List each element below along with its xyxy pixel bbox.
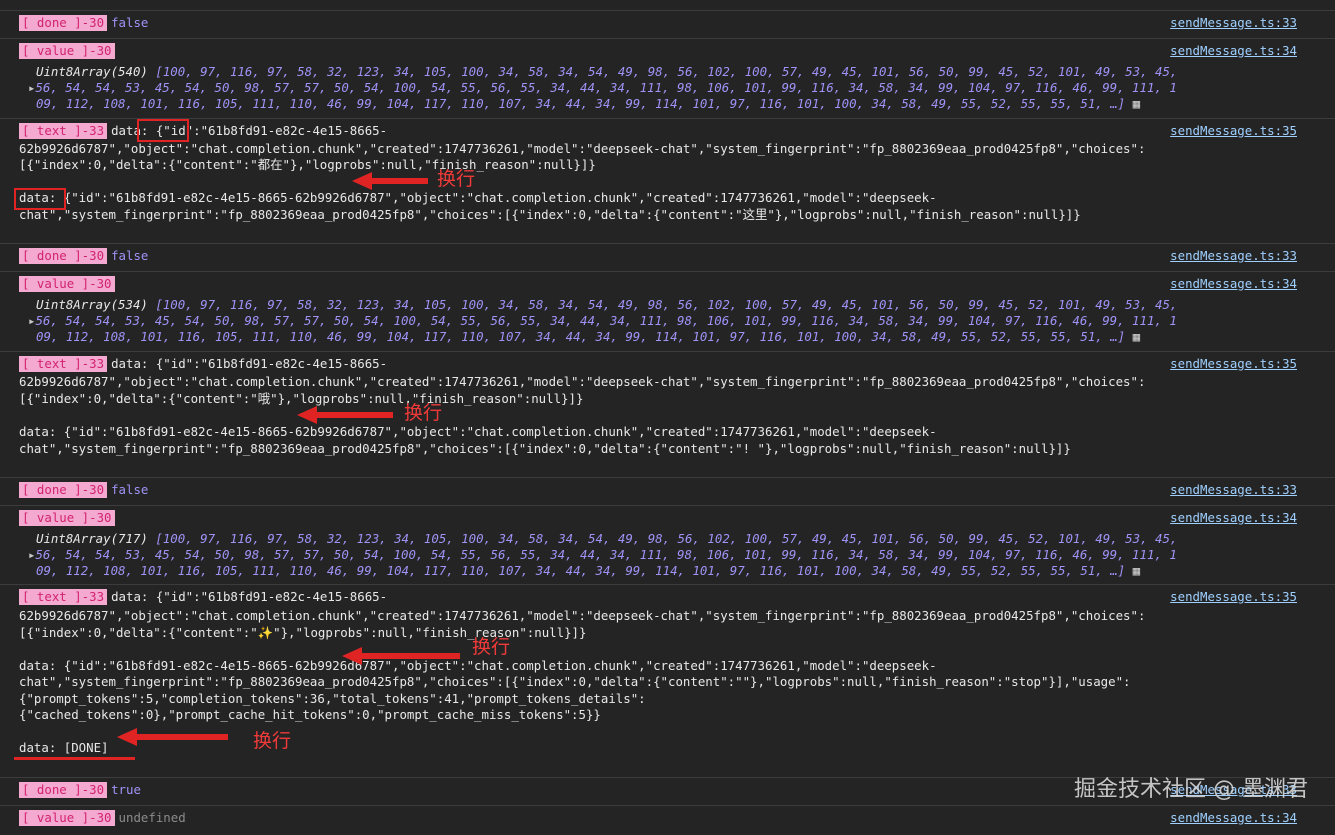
- array-values: [100, 97, 116, 97, 58, 32, 123, 34, 105,…: [155, 531, 1178, 546]
- log-tag: [ value ]-30: [19, 276, 115, 292]
- text-line: 62b9926d6787","object":"chat.completion.…: [19, 374, 1146, 389]
- text-line-done: data: [DONE]: [19, 740, 109, 755]
- text-line: data: {"id":"61b8fd91-e82c-4e15-8665-: [111, 356, 388, 371]
- red-arrow-icon: [297, 406, 393, 424]
- array-values-line: ▸56, 54, 54, 53, 45, 54, 50, 98, 57, 57,…: [28, 80, 1177, 95]
- source-link[interactable]: sendMessage.ts:33: [1170, 15, 1297, 32]
- log-tag: [ done ]-30: [19, 782, 108, 798]
- array-values: [100, 97, 116, 97, 58, 32, 123, 34, 105,…: [155, 297, 1178, 312]
- text-line: chat","system_fingerprint":"fp_8802369ea…: [19, 207, 1081, 222]
- log-value: true: [111, 782, 141, 797]
- source-link[interactable]: sendMessage.ts:33: [1170, 248, 1297, 265]
- text-line: {"cached_tokens":0},"prompt_cache_hit_to…: [19, 707, 601, 722]
- array-values-line: 09, 112, 108, 101, 116, 105, 111, 110, 4…: [36, 563, 1141, 578]
- console-entry: [ value ]-30 undefined sendMessage.ts:34: [0, 805, 1335, 835]
- watermark: 掘金技术社区 @ 墨渊君: [1074, 777, 1308, 802]
- devtools-console: [ done ]-30 false sendMessage.ts:33 [ val…: [0, 0, 1335, 834]
- text-line: data: {"id":"61b8fd91-e82c-4e15-8665-62b…: [19, 190, 937, 205]
- log-tag: [ text ]-33: [19, 123, 108, 139]
- log-tag: [ text ]-33: [19, 356, 108, 372]
- array-preview[interactable]: Uint8Array(540) [100, 97, 116, 97, 58, 3…: [36, 64, 1177, 81]
- text-line: chat","system_fingerprint":"fp_8802369ea…: [19, 441, 1071, 456]
- highlight-box: [137, 119, 189, 142]
- log-tag: [ value ]-30: [19, 810, 115, 826]
- array-values-line: 09, 112, 108, 101, 116, 105, 111, 110, 4…: [36, 329, 1141, 344]
- console-entry: [ text ]-33 data: {"id":"61b8fd91-e82c-4e…: [0, 118, 1335, 239]
- array-preview[interactable]: Uint8Array(534) [100, 97, 116, 97, 58, 3…: [36, 297, 1177, 314]
- log-tag: [ value ]-30: [19, 43, 115, 59]
- annotation-label: 换行: [253, 730, 292, 752]
- text-line: chat","system_fingerprint":"fp_8802369ea…: [19, 674, 1131, 689]
- source-link[interactable]: sendMessage.ts:34: [1170, 276, 1297, 293]
- text-line: data: {"id":"61b8fd91-e82c-4e15-8665-62b…: [19, 658, 937, 673]
- text-line: data: {"id":"61b8fd91-e82c-4e15-8665-: [111, 589, 388, 604]
- array-preview[interactable]: Uint8Array(717) [100, 97, 116, 97, 58, 3…: [36, 531, 1177, 548]
- source-link[interactable]: sendMessage.ts:35: [1170, 589, 1297, 606]
- text-line: data: {"id":"61b8fd91-e82c-4e15-8665-62b…: [19, 424, 937, 439]
- console-entry: [ value ]-30 sendMessage.ts:34 Uint8Arra…: [0, 271, 1335, 352]
- console-entry: [ value ]-30 sendMessage.ts:34 Uint8Arra…: [0, 38, 1335, 119]
- text-line: [{"index":0,"delta":{"content":"都在"},"lo…: [19, 157, 596, 172]
- log-value: false: [111, 248, 149, 263]
- console-entry: [ done ]-30 false sendMessage.ts:33: [0, 243, 1335, 272]
- red-arrow-icon: [352, 172, 428, 190]
- highlight-box: [14, 188, 66, 210]
- array-type: Uint8Array(717): [36, 531, 148, 546]
- red-arrow-icon: [117, 728, 228, 746]
- source-link[interactable]: sendMessage.ts:34: [1170, 510, 1297, 527]
- text-line: 62b9926d6787","object":"chat.completion.…: [19, 608, 1146, 623]
- source-link[interactable]: sendMessage.ts:34: [1170, 810, 1297, 827]
- source-link[interactable]: sendMessage.ts:34: [1170, 43, 1297, 60]
- log-tag: [ done ]-30: [19, 15, 108, 31]
- log-tag: [ value ]-30: [19, 510, 115, 526]
- source-link[interactable]: sendMessage.ts:33: [1170, 482, 1297, 499]
- console-entry: [ done ]-30 false sendMessage.ts:33: [0, 10, 1335, 39]
- source-link[interactable]: sendMessage.ts:35: [1170, 356, 1297, 373]
- array-values-line: ▸56, 54, 54, 53, 45, 54, 50, 98, 57, 57,…: [28, 313, 1177, 328]
- annotation-label: 换行: [404, 402, 443, 424]
- log-tag: [ done ]-30: [19, 248, 108, 264]
- array-type: Uint8Array(540): [36, 64, 148, 79]
- highlight-underline: [14, 757, 135, 760]
- text-line: {"prompt_tokens":5,"completion_tokens":3…: [19, 691, 646, 706]
- log-value: undefined: [118, 810, 186, 825]
- annotation-label: 换行: [472, 636, 511, 658]
- text-line: 62b9926d6787","object":"chat.completion.…: [19, 141, 1146, 156]
- console-entry: [ done ]-30 false sendMessage.ts:33: [0, 477, 1335, 506]
- log-tag: [ done ]-30: [19, 482, 108, 498]
- array-type: Uint8Array(534): [36, 297, 148, 312]
- array-values-line: 09, 112, 108, 101, 116, 105, 111, 110, 4…: [36, 96, 1141, 111]
- console-entry: [ text ]-33 data: {"id":"61b8fd91-e82c-4e…: [0, 351, 1335, 473]
- console-entry: [ value ]-30 sendMessage.ts:34 Uint8Arra…: [0, 505, 1335, 586]
- red-arrow-icon: [342, 647, 460, 665]
- log-value: false: [111, 15, 149, 30]
- log-value: false: [111, 482, 149, 497]
- array-values-line: ▸56, 54, 54, 53, 45, 54, 50, 98, 57, 57,…: [28, 547, 1177, 562]
- grid-icon[interactable]: ▦: [1125, 329, 1140, 344]
- array-values: [100, 97, 116, 97, 58, 32, 123, 34, 105,…: [155, 64, 1178, 79]
- source-link[interactable]: sendMessage.ts:35: [1170, 123, 1297, 140]
- grid-icon[interactable]: ▦: [1125, 563, 1140, 578]
- annotation-label: 换行: [437, 168, 476, 190]
- grid-icon[interactable]: ▦: [1125, 96, 1140, 111]
- log-tag: [ text ]-33: [19, 589, 108, 605]
